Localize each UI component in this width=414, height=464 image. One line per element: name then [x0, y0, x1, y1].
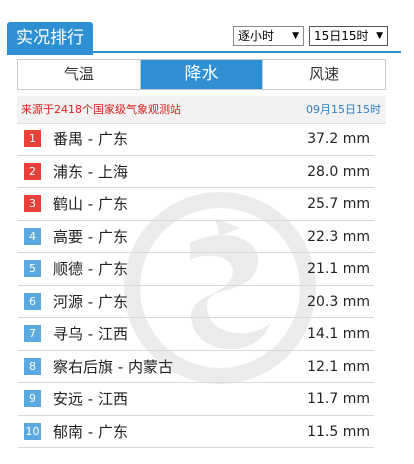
station-name: 番禺 - 广东 [53, 130, 128, 148]
panel-header: 实况排行 逐小时 ▼ 15日15时 ▼ [7, 18, 401, 55]
rank-badge: 7 [24, 325, 41, 342]
rank-badge: 10 [24, 422, 41, 440]
station-name: 察右后旗 - 内蒙古 [53, 357, 173, 376]
tab-temperature[interactable]: 气温 [18, 60, 140, 89]
list-item[interactable]: 5 顺德 - 广东 21.1 mm [18, 253, 374, 286]
precipitation-value: 28.0 mm [307, 163, 370, 180]
rank-badge: 6 [24, 292, 41, 310]
station-name: 顺德 - 广东 [53, 260, 128, 278]
station-name: 浦东 - 上海 [53, 162, 128, 181]
ranking-list: 1 番禺 - 广东 37.2 mm 2 浦东 - 上海 28.0 mm 3 鹤山… [18, 123, 374, 448]
precipitation-value: 11.7 mm [307, 391, 370, 407]
source-bar: 来源于2418个国家级气象观测站 09月15日15时 [17, 96, 386, 124]
list-item[interactable]: 8 察右后旗 - 内蒙古 12.1 mm [18, 351, 374, 383]
list-item[interactable]: 7 寻乌 - 江西 14.1 mm [18, 318, 374, 351]
precipitation-value: 20.3 mm [307, 293, 370, 310]
precipitation-value: 22.3 mm [307, 228, 370, 245]
precipitation-value: 37.2 mm [307, 131, 370, 147]
observation-time: 09月15日15时 [306, 103, 381, 116]
tab-precipitation[interactable]: 降水 [139, 60, 263, 89]
precipitation-value: 14.1 mm [307, 326, 370, 342]
category-tabs: 气温 降水 风速 [17, 59, 386, 90]
precipitation-value: 25.7 mm [307, 196, 370, 212]
list-item[interactable]: 1 番禺 - 广东 37.2 mm [18, 123, 374, 156]
rank-badge: 9 [24, 390, 41, 407]
source-text: 来源于2418个国家级气象观测站 [21, 103, 181, 116]
rank-badge: 8 [24, 357, 41, 375]
list-item[interactable]: 2 浦东 - 上海 28.0 mm [18, 156, 374, 188]
rank-badge: 5 [24, 260, 41, 277]
dropdown-arrow-icon: ▼ [376, 31, 383, 41]
interval-select[interactable]: 逐小时 ▼ [233, 26, 304, 46]
list-item[interactable]: 4 高要 - 广东 22.3 mm [18, 221, 374, 253]
rank-badge: 2 [24, 162, 41, 180]
precipitation-value: 21.1 mm [307, 261, 370, 277]
precipitation-value: 12.1 mm [307, 358, 370, 375]
rank-badge: 1 [24, 130, 41, 147]
time-select-value: 15日15时 [314, 29, 369, 43]
dropdown-arrow-icon: ▼ [292, 31, 299, 41]
interval-select-value: 逐小时 [238, 29, 275, 43]
list-item[interactable]: 9 安远 - 江西 11.7 mm [18, 383, 374, 416]
list-item[interactable]: 3 鹤山 - 广东 25.7 mm [18, 188, 374, 221]
rank-badge: 3 [24, 195, 41, 212]
station-name: 寻乌 - 江西 [53, 325, 128, 343]
panel-title: 实况排行 [7, 22, 93, 55]
list-item[interactable]: 6 河源 - 广东 20.3 mm [18, 286, 374, 318]
station-name: 安远 - 江西 [53, 390, 128, 408]
precipitation-value: 11.5 mm [307, 423, 370, 440]
list-item[interactable]: 10 郁南 - 广东 11.5 mm [18, 416, 374, 448]
station-name: 高要 - 广东 [53, 227, 128, 246]
rank-badge: 4 [24, 227, 41, 245]
tab-wind-speed[interactable]: 风速 [262, 60, 385, 89]
station-name: 郁南 - 广东 [53, 422, 128, 441]
time-select[interactable]: 15日15时 ▼ [309, 26, 388, 46]
station-name: 河源 - 广东 [53, 292, 128, 311]
station-name: 鹤山 - 广东 [53, 195, 128, 213]
